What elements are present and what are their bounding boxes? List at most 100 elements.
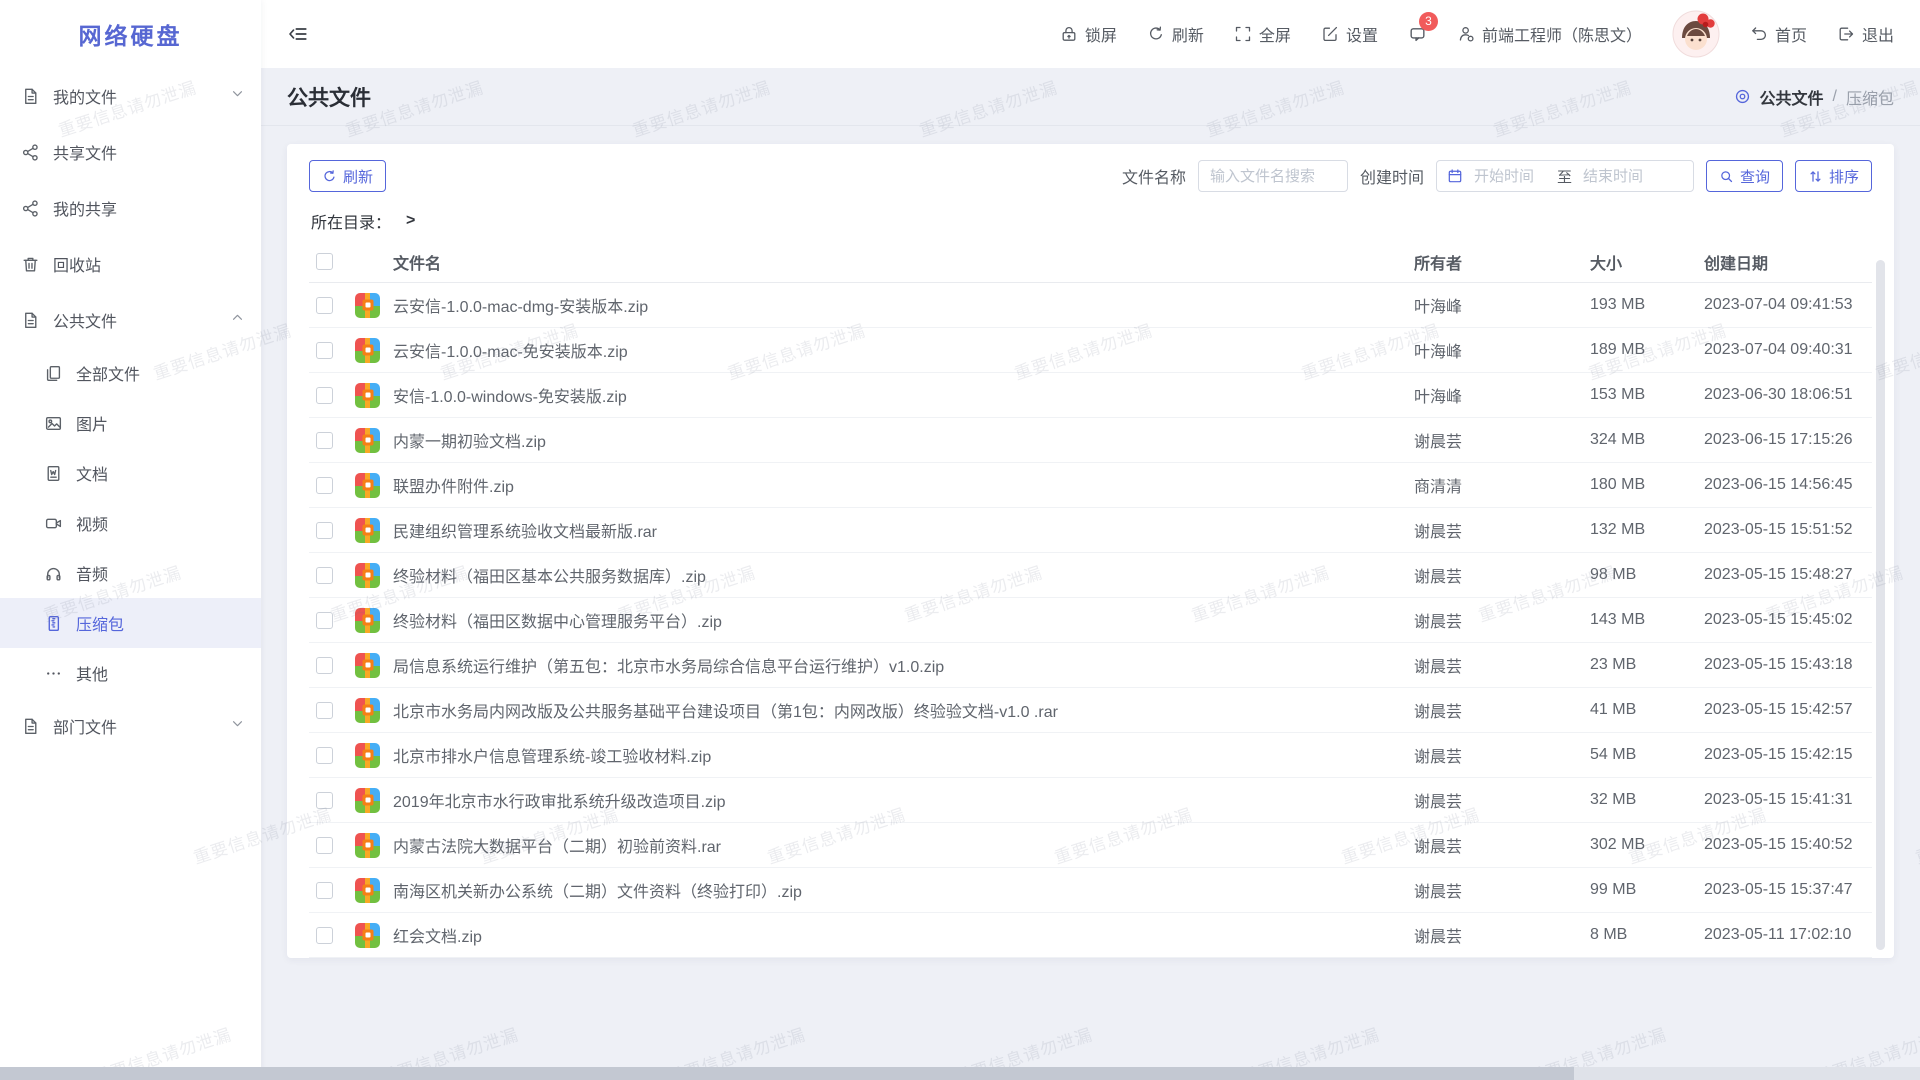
file-name[interactable]: 终验材料（福田区数据中心管理服务平台）.zip [393, 608, 1414, 632]
topbar-actions: 锁屏 刷新 全屏 [1060, 10, 1894, 58]
logout-icon [1837, 25, 1855, 43]
row-checkbox[interactable] [316, 387, 333, 404]
filename-search-input[interactable] [1198, 160, 1348, 192]
file-name[interactable]: 北京市水务局内网改版及公共服务基础平台建设项目（第1包：内网改版）终验验文档-v… [393, 698, 1414, 722]
sidebar-item-my-shares[interactable]: 我的共享 [0, 180, 261, 236]
avatar[interactable] [1672, 10, 1720, 58]
sidebar-collapse-button[interactable] [288, 24, 308, 44]
row-checkbox[interactable] [316, 297, 333, 314]
row-checkbox[interactable] [316, 792, 333, 809]
table-row[interactable]: 局信息系统运行维护（第五包：北京市水务局综合信息平台运行维护）v1.0.zip谢… [309, 643, 1872, 688]
query-button[interactable]: 查询 [1706, 160, 1783, 192]
start-date-input[interactable] [1472, 167, 1548, 186]
date-range-to-label: 至 [1557, 166, 1572, 187]
sidebar-item-videos[interactable]: 视频 [0, 498, 261, 548]
logout-button[interactable]: 退出 [1837, 22, 1894, 46]
file-name[interactable]: 云安信-1.0.0-mac-免安装版本.zip [393, 338, 1414, 362]
directory-root-separator[interactable]: > [406, 212, 415, 230]
table-row[interactable]: 内蒙一期初验文档.zip谢晨芸324 MB2023-06-15 17:15:26 [309, 418, 1872, 463]
file-name[interactable]: 终验材料（福田区基本公共服务数据库）.zip [393, 563, 1414, 587]
sidebar-item-my-files[interactable]: 我的文件 [0, 68, 261, 124]
file-created: 2023-05-15 15:41:31 [1704, 791, 1872, 809]
table-row[interactable]: 2019年北京市水行政审批系统升级改造项目.zip谢晨芸32 MB2023-05… [309, 778, 1872, 823]
refresh-icon [322, 169, 337, 184]
row-checkbox[interactable] [316, 747, 333, 764]
row-checkbox[interactable] [316, 432, 333, 449]
table-row[interactable]: 北京市水务局内网改版及公共服务基础平台建设项目（第1包：内网改版）终验验文档-v… [309, 688, 1872, 733]
breadcrumb-parent[interactable]: 公共文件 [1760, 85, 1824, 109]
fullscreen-button[interactable]: 全屏 [1234, 22, 1291, 46]
sidebar-item-public-files[interactable]: 公共文件 [0, 292, 261, 348]
sidebar-item-recycle-bin[interactable]: 回收站 [0, 236, 261, 292]
row-checkbox[interactable] [316, 522, 333, 539]
table-row[interactable]: 终验材料（福田区基本公共服务数据库）.zip谢晨芸98 MB2023-05-15… [309, 553, 1872, 598]
table-vertical-scrollbar[interactable] [1876, 260, 1885, 950]
file-size: 180 MB [1590, 476, 1704, 494]
sidebar-item-audio[interactable]: 音频 [0, 548, 261, 598]
location-icon [1734, 88, 1751, 105]
sidebar-item-archives[interactable]: 压缩包 [0, 598, 261, 648]
row-checkbox[interactable] [316, 567, 333, 584]
file-name[interactable]: 内蒙一期初验文档.zip [393, 428, 1414, 452]
table-row[interactable]: 南海区机关新办公系统（二期）文件资料（终验打印）.zip谢晨芸99 MB2023… [309, 868, 1872, 913]
sidebar-item-shared-files[interactable]: 共享文件 [0, 124, 261, 180]
table-row[interactable]: 红会文档.zip谢晨芸8 MB2023-05-11 17:02:10 [309, 913, 1872, 958]
file-name[interactable]: 联盟办件附件.zip [393, 473, 1414, 497]
breadcrumb-current: 压缩包 [1846, 85, 1894, 109]
file-owner: 谢晨芸 [1414, 563, 1590, 587]
table-row[interactable]: 民建组织管理系统验收文档最新版.rar谢晨芸132 MB2023-05-15 1… [309, 508, 1872, 553]
file-name[interactable]: 民建组织管理系统验收文档最新版.rar [393, 518, 1414, 542]
file-name[interactable]: 南海区机关新办公系统（二期）文件资料（终验打印）.zip [393, 878, 1414, 902]
file-size: 153 MB [1590, 386, 1704, 404]
menu-fold-icon [288, 24, 308, 44]
table-row[interactable]: 内蒙古法院大数据平台（二期）初验前资料.rar谢晨芸302 MB2023-05-… [309, 823, 1872, 868]
sidebar-item-documents[interactable]: 文档 [0, 448, 261, 498]
sidebar-item-others[interactable]: 其他 [0, 648, 261, 698]
file-name[interactable]: 内蒙古法院大数据平台（二期）初验前资料.rar [393, 833, 1414, 857]
file-name[interactable]: 2019年北京市水行政审批系统升级改造项目.zip [393, 788, 1414, 812]
file-size: 41 MB [1590, 701, 1704, 719]
sidebar-item-images[interactable]: 图片 [0, 398, 261, 448]
file-name[interactable]: 北京市排水户信息管理系统-竣工验收材料.zip [393, 743, 1414, 767]
table-row[interactable]: 云安信-1.0.0-mac-免安装版本.zip叶海峰189 MB2023-07-… [309, 328, 1872, 373]
end-date-input[interactable] [1581, 167, 1657, 186]
notifications-button[interactable]: 3 [1408, 25, 1427, 44]
sort-arrows-icon [1808, 169, 1823, 184]
refresh-list-button[interactable]: 刷新 [309, 160, 386, 192]
sort-button[interactable]: 排序 [1795, 160, 1872, 192]
file-name[interactable]: 局信息系统运行维护（第五包：北京市水务局综合信息平台运行维护）v1.0.zip [393, 653, 1414, 677]
avatar-image [1672, 10, 1720, 58]
sidebar-item-all-files[interactable]: 全部文件 [0, 348, 261, 398]
page-horizontal-scrollbar[interactable] [0, 1067, 1920, 1080]
table-row[interactable]: 终验材料（福田区数据中心管理服务平台）.zip谢晨芸143 MB2023-05-… [309, 598, 1872, 643]
select-all-checkbox[interactable] [316, 253, 333, 270]
row-checkbox[interactable] [316, 612, 333, 629]
table-row[interactable]: 北京市排水户信息管理系统-竣工验收材料.zip谢晨芸54 MB2023-05-1… [309, 733, 1872, 778]
row-checkbox[interactable] [316, 882, 333, 899]
row-checkbox[interactable] [316, 837, 333, 854]
horizontal-scrollbar-thumb[interactable] [0, 1067, 1574, 1080]
file-name[interactable]: 安信-1.0.0-windows-免安装版.zip [393, 383, 1414, 407]
settings-button[interactable]: 设置 [1321, 22, 1378, 46]
table-row[interactable]: 联盟办件附件.zip商清清180 MB2023-06-15 14:56:45 [309, 463, 1872, 508]
row-checkbox[interactable] [316, 477, 333, 494]
table-row[interactable]: 安信-1.0.0-windows-免安装版.zip叶海峰153 MB2023-0… [309, 373, 1872, 418]
file-name[interactable]: 红会文档.zip [393, 923, 1414, 947]
refresh-page-button[interactable]: 刷新 [1147, 22, 1204, 46]
trash-icon [21, 255, 40, 274]
scrollbar-thumb[interactable] [1876, 260, 1885, 950]
date-range-picker[interactable]: 至 [1436, 160, 1694, 192]
row-checkbox[interactable] [316, 342, 333, 359]
row-checkbox[interactable] [316, 702, 333, 719]
file-owner: 叶海峰 [1414, 338, 1590, 362]
home-button[interactable]: 首页 [1750, 22, 1807, 46]
file-name[interactable]: 云安信-1.0.0-mac-dmg-安装版本.zip [393, 293, 1414, 317]
row-checkbox[interactable] [316, 657, 333, 674]
table-row[interactable]: 云安信-1.0.0-mac-dmg-安装版本.zip叶海峰193 MB2023-… [309, 283, 1872, 328]
share-icon [21, 199, 40, 218]
lock-screen-button[interactable]: 锁屏 [1060, 22, 1117, 46]
user-menu[interactable]: 前端工程师（陈思文） [1457, 22, 1642, 46]
sidebar-item-department-files[interactable]: 部门文件 [0, 698, 261, 754]
calendar-icon [1447, 168, 1463, 184]
row-checkbox[interactable] [316, 927, 333, 944]
